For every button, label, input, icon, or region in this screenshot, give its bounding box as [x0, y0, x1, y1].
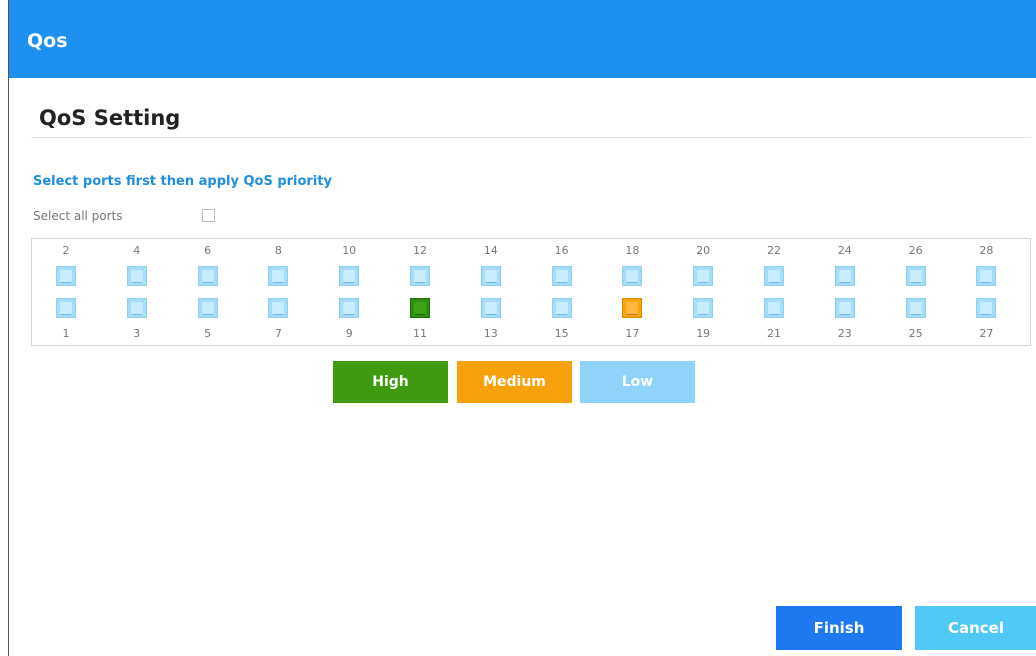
port-13-label: 13: [483, 327, 498, 340]
port-9-icon[interactable]: [339, 298, 360, 318]
port-12-icon[interactable]: [410, 266, 430, 286]
port-26-label: 26: [908, 244, 923, 257]
port-24-icon[interactable]: [834, 266, 855, 286]
port-27-icon[interactable]: [976, 298, 997, 318]
port-11-label: 11: [413, 327, 427, 340]
port-19-icon[interactable]: [693, 298, 714, 318]
finish-button[interactable]: Finish: [776, 606, 902, 650]
port-23-label: 23: [837, 327, 852, 340]
cancel-button[interactable]: Cancel: [915, 606, 1036, 650]
port-14-label: 14: [483, 244, 498, 257]
port-3-label: 3: [133, 327, 141, 340]
priority-high-button[interactable]: High: [333, 361, 448, 403]
port-8-label: 8: [274, 244, 282, 257]
port-18-label: 18: [625, 244, 640, 257]
port-12-label: 12: [413, 244, 427, 257]
port-13-icon[interactable]: [480, 298, 501, 318]
port-24-label: 24: [837, 244, 852, 257]
port-17-icon[interactable]: [622, 298, 643, 318]
port-8-icon[interactable]: [268, 266, 289, 286]
port-6-icon[interactable]: [197, 266, 218, 286]
port-1-label: 1: [62, 327, 70, 340]
port-17-label: 17: [625, 327, 640, 340]
port-27-label: 27: [979, 327, 994, 340]
port-22-label: 22: [767, 244, 781, 257]
port-9-label: 9: [345, 327, 353, 340]
port-3-icon[interactable]: [126, 298, 147, 318]
port-4-label: 4: [133, 244, 141, 257]
port-20-label: 20: [696, 244, 711, 257]
port-2-label: 2: [62, 244, 70, 257]
dialog-header: Qos: [9, 0, 1036, 78]
section-title: QoS Setting: [39, 106, 181, 130]
port-15-icon[interactable]: [551, 298, 572, 318]
port-16-icon[interactable]: [551, 266, 572, 286]
select-all-ports-checkbox[interactable]: [202, 209, 215, 222]
port-6-label: 6: [204, 244, 212, 257]
port-4-icon[interactable]: [126, 266, 147, 286]
port-14-icon[interactable]: [480, 266, 501, 286]
port-2-icon[interactable]: [56, 266, 76, 286]
ports-panel: 2 4 6 8 10 12 14 16 18 20 22 24 26 28 1 3 5 7 9 11 13 15 17 19 2…: [31, 238, 1031, 346]
port-19-label: 19: [696, 327, 711, 340]
port-21-icon[interactable]: [764, 298, 784, 318]
port-28-label: 28: [979, 244, 994, 257]
dialog-title: Qos: [27, 30, 68, 52]
port-15-label: 15: [554, 327, 569, 340]
qos-dialog: Qos QoS Setting Select ports first then …: [8, 0, 1036, 656]
port-10-icon[interactable]: [339, 266, 360, 286]
port-7-icon[interactable]: [268, 298, 289, 318]
section-divider: [31, 137, 1031, 138]
port-25-label: 25: [908, 327, 923, 340]
port-5-icon[interactable]: [197, 298, 218, 318]
select-all-ports-label: Select all ports: [33, 209, 123, 223]
port-1-icon[interactable]: [56, 298, 76, 318]
priority-medium-button[interactable]: Medium: [457, 361, 572, 403]
priority-low-button[interactable]: Low: [580, 361, 695, 403]
port-25-icon[interactable]: [905, 298, 926, 318]
port-28-icon[interactable]: [976, 266, 997, 286]
port-11-icon[interactable]: [410, 298, 430, 318]
instruction-text: Select ports first then apply QoS priori…: [33, 174, 332, 189]
port-21-label: 21: [767, 327, 781, 340]
port-22-icon[interactable]: [764, 266, 784, 286]
port-10-label: 10: [342, 244, 357, 257]
port-7-label: 7: [274, 327, 282, 340]
port-5-label: 5: [204, 327, 212, 340]
port-23-icon[interactable]: [834, 298, 855, 318]
port-26-icon[interactable]: [905, 266, 926, 286]
port-20-icon[interactable]: [693, 266, 714, 286]
port-16-label: 16: [554, 244, 569, 257]
port-18-icon[interactable]: [622, 266, 643, 286]
